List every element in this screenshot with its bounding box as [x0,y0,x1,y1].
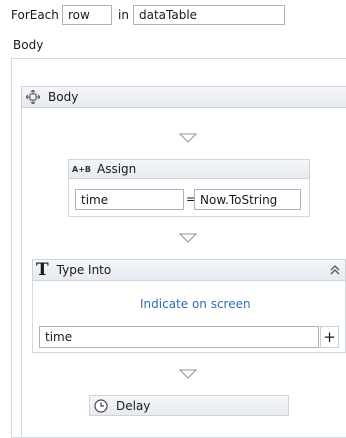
drop-zone-arrow-icon[interactable] [179,133,197,143]
foreach-in-label: in [118,8,129,22]
assign-to-input[interactable]: time [75,189,184,210]
type-into-text-input[interactable]: time [39,326,319,348]
drop-zone-arrow-icon[interactable] [179,233,197,243]
drop-zone-arrow-icon[interactable] [179,369,197,379]
indicate-on-screen-link[interactable]: Indicate on screen [140,296,251,312]
foreach-label: ForEach [11,8,59,22]
body-label: Body [13,38,44,52]
foreach-item-input[interactable]: row [62,5,112,25]
assign-title: Assign [97,162,137,176]
type-into-header[interactable]: T Type Into [32,259,346,281]
assign-header[interactable]: A+B Assign [68,159,310,179]
collapse-expand-icon[interactable] [25,89,41,105]
body-sequence-title: Body [48,90,79,104]
type-into-icon: T [36,260,49,280]
add-text-button[interactable]: + [320,326,339,348]
body-sequence-header[interactable]: Body [21,86,346,108]
assign-icon: A+B [72,164,91,174]
delay-title: Delay [116,398,151,413]
clock-icon [94,398,108,413]
assign-value-input[interactable]: Now.ToString [194,189,301,210]
foreach-collection-input[interactable]: dataTable [133,5,285,25]
type-into-title: Type Into [56,263,112,277]
delay-header[interactable]: Delay [89,395,289,416]
collapse-icon[interactable] [329,264,341,279]
